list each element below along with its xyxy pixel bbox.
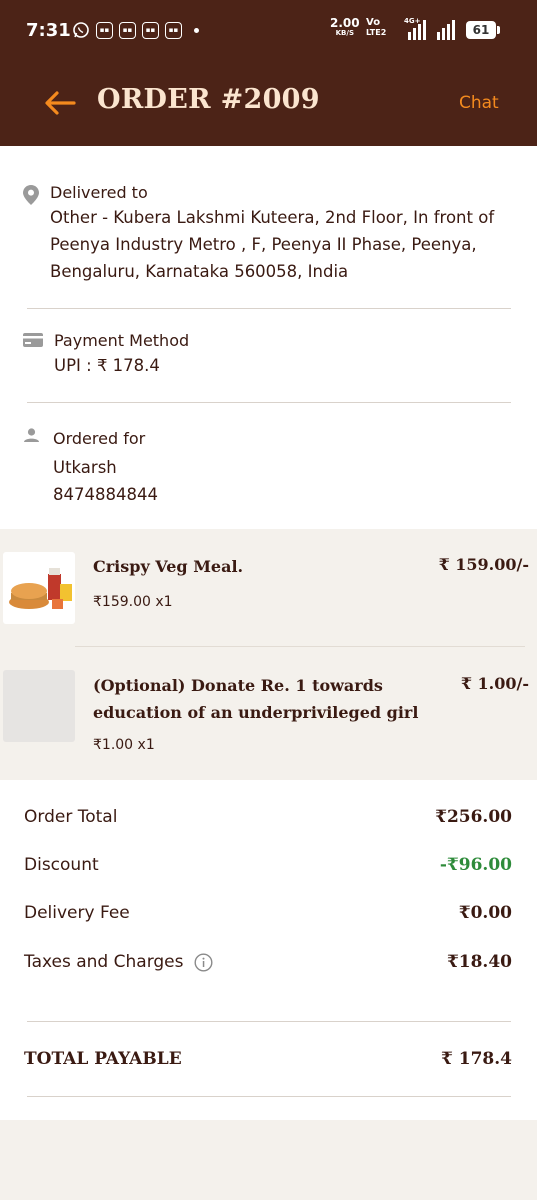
network-speed: 2.00 KB/S [330, 17, 360, 38]
volte-indicator: Vo LTE2 [366, 18, 386, 38]
item-price: ₹ 1.00/- [460, 674, 529, 693]
item-name-line: (Optional) Donate Re. 1 towards [93, 676, 383, 695]
donation-image-placeholder [3, 670, 75, 742]
divider [27, 1021, 511, 1022]
order-total-value: ₹256.00 [435, 807, 512, 827]
app-notification-icon: ▪▪ [119, 21, 136, 39]
credit-card-icon [23, 333, 43, 347]
status-time: 7:31 [26, 20, 71, 41]
item-quantity: ₹159.00 x1 [93, 594, 173, 610]
ordered-for-phone: 8474884844 [53, 485, 158, 504]
meal-image [3, 552, 75, 624]
chat-button[interactable]: Chat [459, 93, 499, 113]
status-bar: 7:31 ▪▪ ▪▪ ▪▪ ▪▪ 2.00 KB/S Vo LTE2 4G+ 6… [0, 0, 537, 62]
more-notifications-dot [194, 27, 199, 33]
divider [27, 402, 511, 403]
taxes-value: ₹18.40 [446, 952, 512, 972]
discount-value: -₹96.00 [439, 855, 512, 875]
app-notification-icon: ▪▪ [165, 21, 182, 39]
address-line: Peenya Industry Metro , F, Peenya II Pha… [50, 235, 477, 254]
delivery-fee-value: ₹0.00 [458, 903, 512, 923]
back-arrow-icon[interactable] [44, 90, 76, 116]
app-notification-icon: ▪▪ [96, 21, 113, 39]
address-line: Bengaluru, Karnataka 560058, India [50, 262, 349, 281]
signal-icon [437, 20, 455, 40]
item-name: Crispy Veg Meal. [93, 557, 244, 576]
taxes-label: Taxes and Charges [24, 952, 184, 972]
delivered-to-label: Delivered to [50, 183, 148, 202]
info-icon[interactable] [194, 953, 213, 972]
total-payable-label: TOTAL PAYABLE [24, 1049, 182, 1069]
item-price: ₹ 159.00/- [438, 555, 529, 574]
divider [27, 308, 511, 309]
delivery-fee-label: Delivery Fee [24, 903, 130, 923]
ordered-for-name: Utkarsh [53, 458, 117, 477]
item-quantity: ₹1.00 x1 [93, 737, 155, 753]
app-header: ORDER #2009 Chat [0, 62, 537, 146]
page-title: ORDER #2009 [97, 84, 320, 115]
address-line: Other - Kubera Lakshmi Kuteera, 2nd Floo… [50, 208, 495, 227]
item-name: (Optional) Donate Re. 1 towards educatio… [93, 672, 418, 726]
divider [27, 1096, 511, 1097]
item-name-line: education of an underprivileged girl [93, 703, 419, 722]
signal-icon [408, 20, 426, 40]
delivery-address: Other - Kubera Lakshmi Kuteera, 2nd Floo… [50, 204, 494, 285]
order-total-label: Order Total [24, 807, 118, 827]
person-icon [24, 428, 39, 442]
location-pin-icon [23, 185, 39, 205]
notification-icons: ▪▪ ▪▪ ▪▪ ▪▪ [72, 21, 199, 39]
payment-method-value: UPI : ₹ 178.4 [54, 356, 160, 375]
lte-label: LTE2 [366, 28, 387, 37]
payment-method-label: Payment Method [54, 331, 190, 350]
ordered-for-label: Ordered for [53, 429, 146, 448]
discount-label: Discount [24, 855, 99, 875]
battery-icon: 61 [466, 21, 500, 39]
whatsapp-icon [73, 22, 89, 38]
bottom-section [0, 1120, 537, 1200]
total-payable-value: ₹ 178.4 [441, 1049, 512, 1069]
divider [75, 646, 525, 647]
app-notification-icon: ▪▪ [142, 21, 159, 39]
volte-label: Vo [366, 17, 381, 28]
